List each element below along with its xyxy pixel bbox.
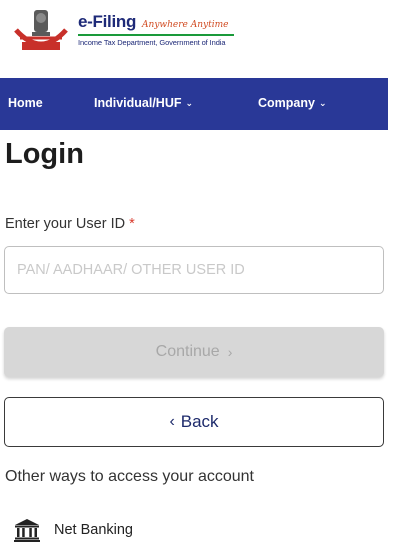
chevron-down-icon: ⌄ [185, 97, 194, 108]
nav-item-label: Company [258, 96, 315, 110]
other-ways-heading: Other ways to access your account [5, 468, 254, 485]
brand-title: e-Filing [78, 12, 137, 31]
user-id-input[interactable] [4, 246, 384, 294]
net-banking-label: Net Banking [54, 522, 133, 538]
brand-subtitle: Income Tax Department, Government of Ind… [78, 38, 226, 47]
nav-item-label: Individual/HUF [94, 96, 182, 110]
brand-divider [78, 34, 234, 36]
net-banking-option[interactable]: Net Banking [14, 517, 133, 543]
user-id-label-text: Enter your User ID [5, 216, 126, 232]
back-button[interactable]: ‹ Back [4, 397, 384, 447]
continue-button[interactable]: Continue › [4, 327, 384, 377]
nav-item-label: Home [8, 96, 43, 110]
brand-block: e-Filing Anywhere Anytime Income Tax Dep… [78, 12, 234, 47]
nav-item-home[interactable]: Home [8, 96, 43, 110]
brand-tagline: Anywhere Anytime [142, 20, 229, 30]
main-navbar: Home Individual/HUF ⌄ Company ⌄ [0, 78, 388, 130]
continue-button-label: Continue [155, 343, 220, 360]
site-header: e-Filing Anywhere Anytime Income Tax Dep… [0, 0, 393, 78]
nav-item-individual-huf[interactable]: Individual/HUF ⌄ [94, 96, 193, 110]
user-id-label: Enter your User ID * [5, 216, 135, 232]
chevron-left-icon: ‹ [169, 413, 175, 430]
chevron-down-icon: ⌄ [318, 97, 327, 108]
page-title: Login [5, 138, 84, 170]
nav-item-company[interactable]: Company ⌄ [258, 96, 327, 110]
chevron-right-icon: › [227, 344, 233, 360]
back-button-label: Back [180, 412, 219, 431]
govt-emblem-logo[interactable] [10, 8, 72, 56]
required-marker: * [129, 216, 135, 232]
bank-icon [14, 519, 40, 542]
